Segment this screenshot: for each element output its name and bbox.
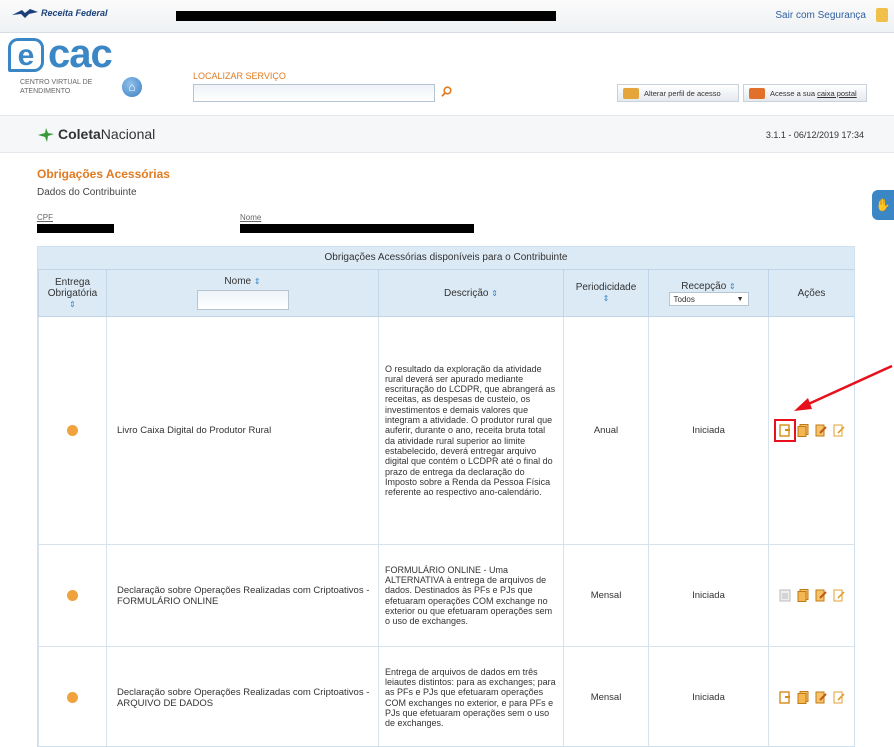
receita-bird-icon: [12, 9, 38, 19]
header-mandatory[interactable]: Entrega Obrigatória⇕: [39, 270, 107, 317]
sign-document-icon[interactable]: [833, 424, 845, 437]
mail-icon: [749, 88, 765, 99]
header-reception-label: Recepção: [681, 281, 726, 292]
row-periodicity: Anual: [564, 317, 649, 545]
mailbox-label-prefix: Acesse a sua: [770, 89, 817, 98]
redacted-name: [240, 224, 474, 233]
new-declaration-icon[interactable]: [779, 691, 791, 704]
row-name: Declaração sobre Operações Realizadas co…: [107, 545, 379, 647]
sign-document-icon[interactable]: [833, 589, 845, 602]
header-name[interactable]: Nome ⇕: [107, 270, 379, 317]
sort-icon[interactable]: ⇕: [603, 294, 610, 303]
mandatory-icon: [67, 425, 78, 436]
row-reception: Iniciada: [649, 647, 769, 747]
search-input[interactable]: [193, 84, 435, 102]
obligations-table: Obrigações Acessórias disponíveis para o…: [37, 246, 855, 747]
table-row: Declaração sobre Operações Realizadas co…: [39, 545, 855, 647]
row-name: Declaração sobre Operações Realizadas co…: [107, 647, 379, 747]
sort-icon[interactable]: ⇕: [491, 289, 498, 298]
redacted-user-info: [176, 11, 556, 21]
header-name-label: Nome: [224, 276, 251, 287]
name-label: Nome: [240, 213, 261, 222]
row-name: Livro Caixa Digital do Produtor Rural: [107, 317, 379, 545]
sort-icon[interactable]: ⇕: [69, 300, 76, 309]
search-label: LOCALIZAR SERVIÇO: [193, 71, 286, 81]
logout-link[interactable]: Sair com Segurança: [775, 10, 866, 21]
copy-documents-icon[interactable]: [797, 691, 809, 704]
home-icon[interactable]: ⌂: [122, 77, 142, 97]
header: e cac CENTRO VIRTUAL DE ATENDIMENTO ⌂ LO…: [0, 33, 894, 113]
users-icon: [623, 88, 639, 99]
edit-document-icon[interactable]: [815, 424, 827, 437]
ecac-logo-subtitle: CENTRO VIRTUAL DE ATENDIMENTO: [20, 78, 100, 96]
receita-federal-label: Receita Federal: [41, 8, 108, 18]
reception-filter-value: Todos: [674, 295, 695, 304]
table-row: Livro Caixa Digital do Produtor Rural O …: [39, 317, 855, 545]
header-periodicity[interactable]: Periodicidade⇕: [564, 270, 649, 317]
sort-icon[interactable]: ⇕: [254, 277, 261, 286]
edit-document-icon[interactable]: [815, 691, 827, 704]
mandatory-icon: [67, 692, 78, 703]
mandatory-icon: [67, 590, 78, 601]
change-profile-button[interactable]: Alterar perfil de acesso: [617, 84, 739, 102]
row-periodicity: Mensal: [564, 545, 649, 647]
new-declaration-disabled-icon: [779, 589, 791, 602]
logout-icon[interactable]: [876, 8, 888, 22]
search-icon[interactable]: [441, 86, 452, 97]
change-profile-label: Alterar perfil de acesso: [644, 89, 721, 98]
sign-document-icon[interactable]: [833, 691, 845, 704]
chevron-down-icon: ▼: [737, 293, 744, 306]
top-bar: Receita Federal Sair com Segurança: [0, 0, 894, 33]
row-actions: [769, 317, 855, 545]
header-description[interactable]: Descrição ⇕: [379, 270, 564, 317]
header-mandatory-label: Entrega Obrigatória: [48, 277, 97, 299]
row-reception: Iniciada: [649, 317, 769, 545]
row-description: O resultado da exploração da atividade r…: [379, 317, 564, 545]
annotation-arrow-icon: [790, 356, 894, 416]
redacted-cpf: [37, 224, 114, 233]
mailbox-link[interactable]: caixa postal: [817, 89, 857, 98]
header-description-label: Descrição: [444, 288, 488, 299]
ecac-logo-text: cac: [48, 32, 112, 77]
row-description: Entrega de arquivos de dados em três lei…: [379, 647, 564, 747]
table-caption: Obrigações Acessórias disponíveis para o…: [38, 247, 854, 269]
copy-documents-icon[interactable]: [797, 589, 809, 602]
header-actions: Ações: [769, 270, 855, 317]
accessibility-button[interactable]: ✋: [872, 190, 894, 220]
row-actions: [769, 545, 855, 647]
coleta-nacional-bar: ColetaNacional 3.1.1 - 06/12/2019 17:34: [0, 115, 894, 153]
row-reception: Iniciada: [649, 545, 769, 647]
edit-document-icon[interactable]: [815, 589, 827, 602]
mailbox-button[interactable]: Acesse a sua caixa postal: [743, 84, 867, 102]
version-label: 3.1.1 - 06/12/2019 17:34: [766, 130, 864, 140]
coleta-nacional-logo[interactable]: ColetaNacional: [37, 126, 155, 142]
cpf-label: CPF: [37, 213, 53, 222]
new-declaration-icon[interactable]: [779, 424, 791, 437]
page-title: Obrigações Acessórias: [37, 167, 170, 181]
copy-documents-icon[interactable]: [797, 424, 809, 437]
table-row: Declaração sobre Operações Realizadas co…: [39, 647, 855, 747]
coleta-icon: [37, 128, 55, 142]
sort-icon[interactable]: ⇕: [729, 282, 736, 291]
ecac-logo-e: e: [8, 38, 44, 72]
name-filter-input[interactable]: [197, 290, 289, 310]
header-reception[interactable]: Recepção ⇕ Todos ▼: [649, 270, 769, 317]
row-description: FORMULÁRIO ONLINE - Uma ALTERNATIVA à en…: [379, 545, 564, 647]
page-subtitle: Dados do Contribuinte: [37, 187, 137, 198]
reception-filter-select[interactable]: Todos ▼: [669, 292, 749, 306]
receita-federal-logo[interactable]: Receita Federal: [12, 8, 108, 19]
coleta-brand-b: Nacional: [101, 126, 155, 142]
row-actions: [769, 647, 855, 747]
header-periodicity-label: Periodicidade: [576, 282, 637, 293]
coleta-brand-a: Coleta: [58, 126, 101, 142]
row-periodicity: Mensal: [564, 647, 649, 747]
